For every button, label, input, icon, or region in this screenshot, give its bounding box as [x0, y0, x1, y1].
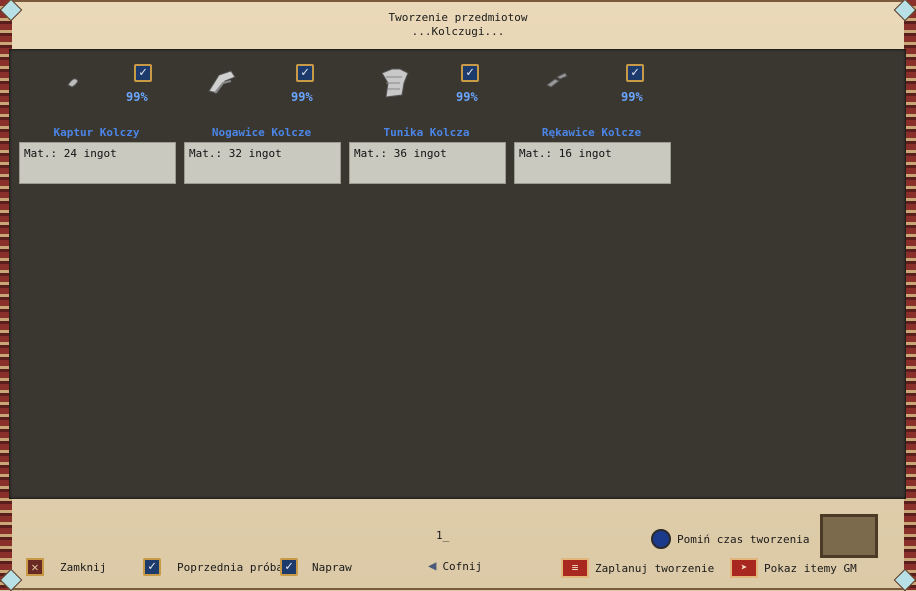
- select-checkbox[interactable]: ✓: [626, 64, 644, 82]
- window-subtitle: ...Kolczugi...: [411, 25, 505, 38]
- close-button[interactable]: ✕ Zamknij: [26, 558, 106, 576]
- quantity-input[interactable]: 1_: [436, 529, 449, 542]
- material-box: Mat.: 32 ingot: [184, 142, 341, 184]
- craft-item[interactable]: ✓ 99% Kaptur Kolczy Mat.: 24 ingot: [14, 49, 179, 189]
- back-arrow-icon[interactable]: ◀: [428, 558, 436, 574]
- back-button[interactable]: ◀ Cofnij: [428, 558, 482, 574]
- select-checkbox[interactable]: ✓: [134, 64, 152, 82]
- show-gm-label: Pokaz itemy GM: [764, 561, 857, 575]
- check-icon[interactable]: ✓: [280, 558, 298, 576]
- arrow-icon[interactable]: ➤: [730, 558, 758, 578]
- material-box: Mat.: 16 ingot: [514, 142, 671, 184]
- select-checkbox[interactable]: ✓: [296, 64, 314, 82]
- craft-item[interactable]: ✓ 99% Tunika Kolcza Mat.: 36 ingot: [344, 49, 509, 189]
- title-block: Tworzenie przedmiotow ...Kolczugi...: [0, 11, 916, 39]
- schedule-label: Zaplanuj tworzenie: [595, 561, 715, 575]
- select-checkbox[interactable]: ✓: [461, 64, 479, 82]
- success-percent: 99%: [291, 90, 313, 104]
- back-label: Cofnij: [442, 559, 483, 573]
- radio-icon[interactable]: [651, 529, 671, 549]
- scroll-icon[interactable]: ≡: [561, 558, 589, 578]
- success-percent: 99%: [621, 90, 643, 104]
- craft-item[interactable]: ✓ 99% Rękawice Kolcze Mat.: 16 ingot: [509, 49, 674, 189]
- window-title: Tworzenie przedmiotow: [388, 11, 528, 24]
- check-icon[interactable]: ✓: [143, 558, 161, 576]
- bottom-bar: 1_ Pomiń czas tworzenia ✕ Zamknij ✓ Popr…: [0, 500, 916, 590]
- material-box: Mat.: 24 ingot: [19, 142, 176, 184]
- craft-item[interactable]: ✓ 99% Nogawice Kolcze Mat.: 32 ingot: [179, 49, 344, 189]
- success-percent: 99%: [456, 90, 478, 104]
- schedule-button[interactable]: ≡ Zaplanuj tworzenie: [561, 558, 714, 578]
- close-label: Zamknij: [60, 560, 107, 574]
- skip-time-label: Pomiń czas tworzenia: [677, 532, 810, 546]
- item-name[interactable]: Kaptur Kolczy: [14, 126, 179, 139]
- chain-tunic-icon: [381, 68, 409, 98]
- items-panel: ✓ 99% Kaptur Kolczy Mat.: 24 ingot ✓ 99%…: [9, 49, 906, 499]
- previous-attempt-button[interactable]: ✓ Poprzednia próba: [143, 558, 283, 576]
- previous-label: Poprzednia próba: [177, 560, 283, 574]
- item-name[interactable]: Nogawice Kolcze: [179, 126, 344, 139]
- item-preview-box: [820, 514, 878, 558]
- chain-gloves-icon: [546, 72, 568, 88]
- skip-time-toggle[interactable]: Pomiń czas tworzenia: [651, 529, 809, 549]
- repair-button[interactable]: ✓ Napraw: [280, 558, 352, 576]
- chain-coif-icon: [67, 78, 79, 88]
- item-name[interactable]: Tunika Kolcza: [344, 126, 509, 139]
- repair-label: Napraw: [312, 560, 352, 574]
- close-icon[interactable]: ✕: [26, 558, 44, 576]
- chain-leggings-icon: [208, 70, 236, 94]
- item-name[interactable]: Rękawice Kolcze: [509, 126, 674, 139]
- success-percent: 99%: [126, 90, 148, 104]
- show-gm-items-button[interactable]: ➤ Pokaz itemy GM: [730, 558, 857, 578]
- material-box: Mat.: 36 ingot: [349, 142, 506, 184]
